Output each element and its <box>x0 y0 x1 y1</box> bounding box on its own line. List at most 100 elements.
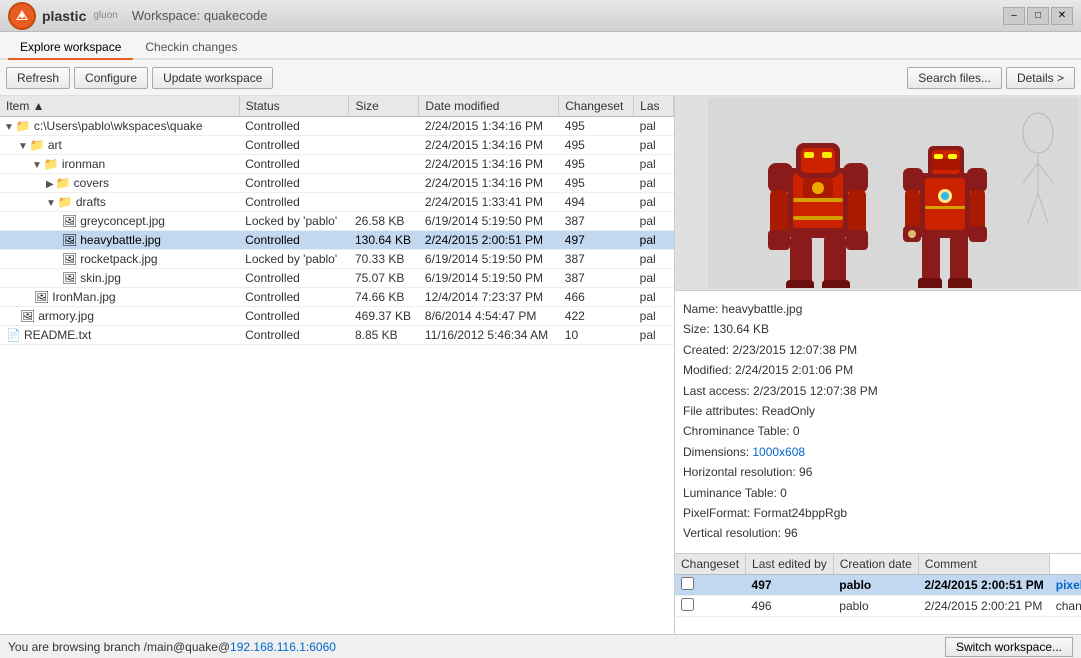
status-link[interactable]: 192.168.116.1:6060 <box>230 640 336 654</box>
file-status: Controlled <box>239 231 349 250</box>
table-row[interactable]: ▼📁c:\Users\pablo\wkspaces\quakeControlle… <box>0 117 674 136</box>
file-status: Locked by 'pablo' <box>239 212 349 231</box>
app-logo <box>8 2 36 30</box>
file-changeset: 387 <box>559 269 634 288</box>
main-content: Item ▲ Status Size Date modified Changes… <box>0 96 1081 634</box>
details-area: Name: heavybattle.jpg Size: 130.64 KB Cr… <box>675 291 1081 554</box>
changeset-row[interactable]: 497pablo2/24/2015 2:00:51 PMpixel <box>675 575 1081 596</box>
cs-date: 2/24/2015 2:00:51 PM <box>918 575 1049 596</box>
file-icon: 📁 <box>16 119 31 133</box>
table-row[interactable]: 🖼armory.jpgControlled469.37 KB8/6/2014 4… <box>0 307 674 326</box>
file-date: 6/19/2014 5:19:50 PM <box>419 212 559 231</box>
file-last: pal <box>634 326 674 345</box>
expand-icon[interactable]: ▼ <box>32 160 42 171</box>
brand-sub: gluon <box>93 10 117 21</box>
file-changeset: 387 <box>559 250 634 269</box>
file-last: pal <box>634 288 674 307</box>
file-status: Locked by 'pablo' <box>239 250 349 269</box>
file-table[interactable]: Item ▲ Status Size Date modified Changes… <box>0 96 674 634</box>
file-status: Controlled <box>239 117 349 136</box>
table-row[interactable]: 🖼greyconcept.jpgLocked by 'pablo'26.58 K… <box>0 212 674 231</box>
changeset-tbody: 497pablo2/24/2015 2:00:51 PMpixel496pabl… <box>675 575 1081 617</box>
file-date: 12/4/2014 7:23:37 PM <box>419 288 559 307</box>
tab-checkin[interactable]: Checkin changes <box>133 36 249 60</box>
switch-workspace-button[interactable]: Switch workspace... <box>945 637 1073 657</box>
file-status: Controlled <box>239 269 349 288</box>
file-name: IronMan.jpg <box>52 290 115 304</box>
col-size: Size <box>349 96 419 117</box>
nav-tabs: Explore workspace Checkin changes <box>0 32 1081 60</box>
file-changeset: 422 <box>559 307 634 326</box>
col-last: Las <box>634 96 674 117</box>
table-row[interactable]: ▶📁coversControlled2/24/2015 1:34:16 PM49… <box>0 174 674 193</box>
table-row[interactable]: ▼📁artControlled2/24/2015 1:34:16 PM495pa… <box>0 136 674 155</box>
file-icon: 📁 <box>58 195 73 209</box>
expand-icon[interactable]: ▼ <box>18 141 28 152</box>
brand-name: plastic <box>42 8 86 24</box>
close-button[interactable]: ✕ <box>1051 7 1073 25</box>
cs-checkbox[interactable] <box>675 575 746 596</box>
file-date: 2/24/2015 1:34:16 PM <box>419 117 559 136</box>
cs-checkbox[interactable] <box>675 596 746 617</box>
file-icon: 📁 <box>56 176 71 190</box>
minimize-button[interactable]: – <box>1003 7 1025 25</box>
cs-checkbox-input[interactable] <box>681 577 694 590</box>
detail-dimensions-value: 1000x608 <box>752 445 805 459</box>
file-changeset: 387 <box>559 212 634 231</box>
expand-icon[interactable]: ▼ <box>46 198 56 209</box>
detail-name: Name: heavybattle.jpg <box>683 299 1081 319</box>
detail-dimensions-label: Dimensions: <box>683 445 752 459</box>
file-size: 26.58 KB <box>349 212 419 231</box>
file-last: pal <box>634 136 674 155</box>
file-date: 2/24/2015 2:00:51 PM <box>419 231 559 250</box>
file-status: Controlled <box>239 307 349 326</box>
detail-v-resolution: Vertical resolution: 96 <box>683 523 1081 543</box>
file-icon: 📁 <box>44 157 59 171</box>
file-status: Controlled <box>239 193 349 212</box>
tab-explore[interactable]: Explore workspace <box>8 36 133 60</box>
maximize-button[interactable]: □ <box>1027 7 1049 25</box>
table-row[interactable]: ▼📁draftsControlled2/24/2015 1:33:41 PM49… <box>0 193 674 212</box>
table-row[interactable]: 🖼rocketpack.jpgLocked by 'pablo'70.33 KB… <box>0 250 674 269</box>
file-size <box>349 117 419 136</box>
file-status: Controlled <box>239 155 349 174</box>
expand-icon[interactable]: ▼ <box>4 122 14 133</box>
table-row[interactable]: 📄README.txtControlled8.85 KB11/16/2012 5… <box>0 326 674 345</box>
titlebar: plastic gluon Workspace: quakecode – □ ✕ <box>0 0 1081 32</box>
file-icon: 🖼 <box>62 214 77 228</box>
cs-edited-by: pablo <box>833 596 918 617</box>
table-row[interactable]: ▼📁ironmanControlled2/24/2015 1:34:16 PM4… <box>0 155 674 174</box>
cs-checkbox-input[interactable] <box>681 598 694 611</box>
detail-h-resolution: Horizontal resolution: 96 <box>683 462 1081 482</box>
changeset-row[interactable]: 496pablo2/24/2015 2:00:21 PMchange ir <box>675 596 1081 617</box>
file-size <box>349 136 419 155</box>
table-row[interactable]: 🖼heavybattle.jpgControlled130.64 KB2/24/… <box>0 231 674 250</box>
cs-number: 496 <box>746 596 834 617</box>
details-button[interactable]: Details > <box>1006 67 1075 89</box>
col-item: Item ▲ <box>0 96 239 117</box>
expand-icon[interactable]: ▶ <box>46 179 54 190</box>
cs-comment: change ir <box>1050 596 1081 617</box>
search-files-button[interactable]: Search files... <box>907 67 1002 89</box>
configure-button[interactable]: Configure <box>74 67 148 89</box>
file-size: 130.64 KB <box>349 231 419 250</box>
cs-edited-by: pablo <box>833 575 918 596</box>
file-icon: 🖼 <box>34 290 49 304</box>
file-icon: 📄 <box>6 328 21 342</box>
logo-icon <box>14 8 30 24</box>
status-text: You are browsing branch /main@quake@192.… <box>8 640 336 654</box>
cs-col-edited-by: Last edited by <box>746 554 834 575</box>
status-prefix: You are browsing branch /main@quake@ <box>8 640 230 654</box>
file-date: 6/19/2014 5:19:50 PM <box>419 250 559 269</box>
detail-file-attrs: File attributes: ReadOnly <box>683 401 1081 421</box>
file-size: 469.37 KB <box>349 307 419 326</box>
table-row[interactable]: 🖼IronMan.jpgControlled74.66 KB12/4/2014 … <box>0 288 674 307</box>
table-row[interactable]: 🖼skin.jpgControlled75.07 KB6/19/2014 5:1… <box>0 269 674 288</box>
file-icon: 🖼 <box>62 252 77 266</box>
refresh-button[interactable]: Refresh <box>6 67 70 89</box>
detail-last-access: Last access: 2/23/2015 12:07:38 PM <box>683 381 1081 401</box>
update-workspace-button[interactable]: Update workspace <box>152 67 273 89</box>
file-changeset: 495 <box>559 117 634 136</box>
file-size: 70.33 KB <box>349 250 419 269</box>
file-changeset: 466 <box>559 288 634 307</box>
